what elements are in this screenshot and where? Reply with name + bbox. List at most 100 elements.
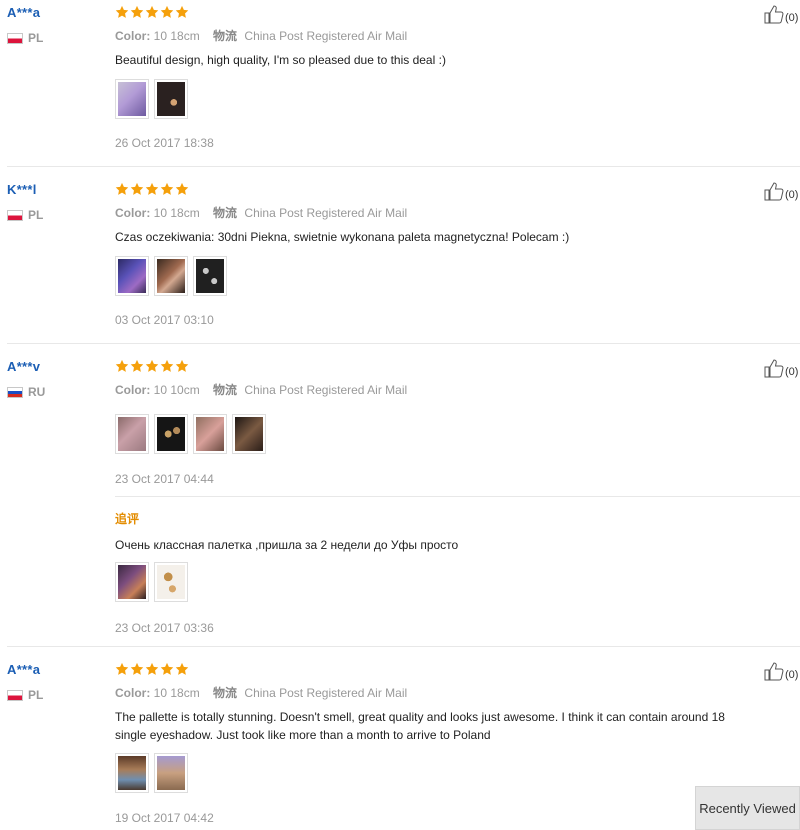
- shipping-label: 物流: [213, 206, 238, 220]
- star-icon: [175, 5, 189, 18]
- thumbs-up-icon: [764, 359, 784, 378]
- shipping-value: China Post Registered Air Mail: [244, 206, 408, 220]
- review-text: The pallette is totally stunning. Doesn'…: [115, 710, 725, 742]
- review-photo[interactable]: [115, 79, 149, 119]
- reviewer-name: K***l: [7, 182, 37, 197]
- review-photo[interactable]: [193, 256, 227, 296]
- review-divider: [7, 646, 800, 647]
- star-icon: [160, 662, 174, 675]
- poland-flag-icon: [7, 209, 23, 221]
- order-info: Color: 10 18cm 物流 China Post Registered …: [115, 27, 407, 44]
- color-value: 10 18cm: [153, 29, 200, 43]
- shipping-value: China Post Registered Air Mail: [244, 383, 408, 397]
- star-icon: [160, 5, 174, 18]
- country-code: PL: [28, 688, 44, 702]
- thumbs-up-icon: [764, 5, 784, 24]
- reviewer-name: A***a: [7, 5, 41, 20]
- review-photo[interactable]: [115, 753, 149, 793]
- followup-text: Очень классная палетка ,пришла за 2 неде…: [115, 538, 459, 552]
- star-icon: [145, 182, 159, 195]
- reviewer-country: RU: [7, 385, 45, 399]
- helpful-button[interactable]: (0): [764, 661, 798, 681]
- star-icon: [115, 359, 129, 372]
- helpful-button[interactable]: (0): [764, 358, 798, 378]
- rating-stars: [115, 182, 189, 196]
- helpful-button[interactable]: (0): [764, 4, 798, 24]
- country-code: RU: [28, 385, 46, 399]
- review-date: 23 Oct 2017 04:44: [115, 472, 214, 486]
- review-photo[interactable]: [154, 562, 188, 602]
- russia-flag-icon: [7, 386, 23, 398]
- review-photo[interactable]: [115, 562, 149, 602]
- star-icon: [160, 359, 174, 372]
- star-icon: [145, 5, 159, 18]
- rating-stars: [115, 662, 189, 676]
- color-value: 10 10cm: [153, 383, 200, 397]
- review-text: Czas oczekiwania: 30dni Piekna, swietnie…: [115, 230, 570, 244]
- review-date: 19 Oct 2017 04:42: [115, 811, 214, 825]
- poland-flag-icon: [7, 689, 23, 701]
- star-icon: [130, 182, 144, 195]
- review-photo[interactable]: [232, 414, 266, 454]
- color-label: Color:: [115, 383, 151, 397]
- country-code: PL: [28, 208, 44, 222]
- review-photo[interactable]: [115, 256, 149, 296]
- color-label: Color:: [115, 206, 151, 220]
- star-icon: [175, 359, 189, 372]
- country-code: PL: [28, 31, 44, 45]
- review-date: 03 Oct 2017 03:10: [115, 313, 214, 327]
- color-label: Color:: [115, 29, 151, 43]
- star-icon: [115, 662, 129, 675]
- review-photo[interactable]: [154, 79, 188, 119]
- color-label: Color:: [115, 686, 151, 700]
- thumbs-up-icon: [764, 182, 784, 201]
- recently-viewed-button[interactable]: Recently Viewed: [695, 786, 800, 830]
- followup-photos: [115, 562, 188, 602]
- followup-divider: [115, 496, 800, 497]
- shipping-value: China Post Registered Air Mail: [244, 686, 408, 700]
- poland-flag-icon: [7, 32, 23, 44]
- star-icon: [115, 5, 129, 18]
- reviewer-country: PL: [7, 208, 43, 222]
- shipping-label: 物流: [213, 686, 238, 700]
- review-text: Beautiful design, high quality, I'm so p…: [115, 53, 446, 67]
- review-photos: [115, 414, 266, 454]
- review-photo[interactable]: [115, 414, 149, 454]
- helpful-count: (0): [785, 669, 799, 681]
- order-info: Color: 10 18cm 物流 China Post Registered …: [115, 684, 407, 701]
- review-photos: [115, 79, 188, 119]
- reviewer-country: PL: [7, 688, 43, 702]
- star-icon: [130, 359, 144, 372]
- review-photos: [115, 753, 188, 793]
- rating-stars: [115, 5, 189, 19]
- color-value: 10 18cm: [153, 686, 200, 700]
- color-value: 10 18cm: [153, 206, 200, 220]
- shipping-label: 物流: [213, 383, 238, 397]
- star-icon: [145, 662, 159, 675]
- review-date: 26 Oct 2017 18:38: [115, 136, 214, 150]
- review-photo[interactable]: [193, 414, 227, 454]
- reviewer-country: PL: [7, 31, 43, 45]
- star-icon: [115, 182, 129, 195]
- shipping-value: China Post Registered Air Mail: [244, 29, 408, 43]
- helpful-count: (0): [785, 12, 799, 24]
- star-icon: [175, 182, 189, 195]
- review-photo[interactable]: [154, 414, 188, 454]
- order-info: Color: 10 18cm 物流 China Post Registered …: [115, 204, 407, 221]
- review-photo[interactable]: [154, 256, 188, 296]
- rating-stars: [115, 359, 189, 373]
- review-divider: [7, 166, 800, 167]
- helpful-count: (0): [785, 189, 799, 201]
- star-icon: [130, 662, 144, 675]
- helpful-count: (0): [785, 366, 799, 378]
- reviewer-name: A***v: [7, 359, 41, 374]
- review-photo[interactable]: [154, 753, 188, 793]
- star-icon: [130, 5, 144, 18]
- review-divider: [7, 343, 800, 344]
- followup-label: 追评: [115, 512, 140, 526]
- reviewer-name: A***a: [7, 662, 41, 677]
- order-info: Color: 10 10cm 物流 China Post Registered …: [115, 381, 407, 398]
- thumbs-up-icon: [764, 662, 784, 681]
- star-icon: [160, 182, 174, 195]
- helpful-button[interactable]: (0): [764, 181, 798, 201]
